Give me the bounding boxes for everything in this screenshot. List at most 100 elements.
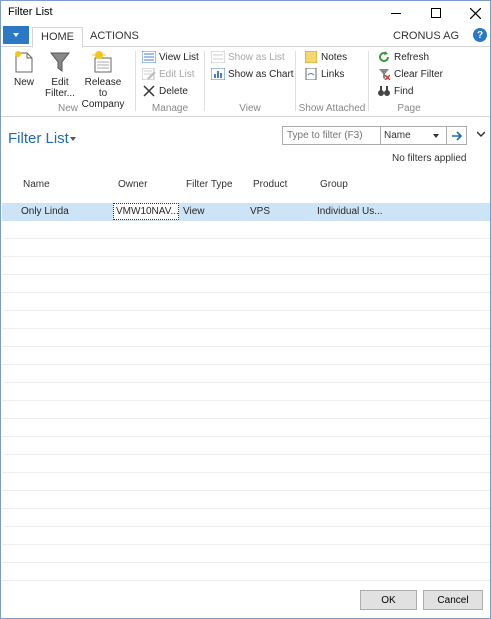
show-as-chart-button[interactable]: Show as Chart <box>211 66 294 82</box>
table-row[interactable] <box>2 293 490 311</box>
group-label-page: Page <box>397 103 421 114</box>
delete-button[interactable]: Delete <box>142 83 188 99</box>
filter-divider <box>380 127 381 144</box>
cell-filter-type[interactable]: View <box>183 206 205 217</box>
ok-button[interactable]: OK <box>360 590 417 610</box>
cell-product[interactable]: VPS <box>250 206 270 217</box>
release-to-company-button[interactable]: Release to Company <box>80 49 126 110</box>
chevron-down-icon[interactable] <box>477 130 485 138</box>
filter-icon <box>47 49 73 75</box>
table-row[interactable] <box>2 563 490 581</box>
table-row[interactable] <box>2 527 490 545</box>
table-row[interactable]: Only Linda VMW10NAV... View VPS Individu… <box>2 203 490 221</box>
ribbon-group-show-attached: Notes Links Show Attached <box>296 47 368 117</box>
refresh-icon <box>377 50 391 64</box>
new-label: New <box>13 77 34 88</box>
edit-filter-label-2: Filter... <box>44 88 75 99</box>
table-row[interactable] <box>2 239 490 257</box>
table-row[interactable] <box>2 311 490 329</box>
edit-list-label: Edit List <box>159 68 195 80</box>
chevron-down-icon[interactable] <box>70 137 76 141</box>
column-header-filter-type[interactable]: Filter Type <box>186 179 233 190</box>
edit-filter-button[interactable]: Edit Filter... <box>44 49 76 99</box>
help-icon[interactable]: ? <box>473 28 487 42</box>
maximize-icon <box>431 8 441 18</box>
table-row[interactable] <box>2 545 490 563</box>
table-row[interactable] <box>2 257 490 275</box>
ribbon: New Edit Filter... Release to Company Ne… <box>1 47 490 117</box>
notes-icon <box>304 50 318 64</box>
edit-list-icon <box>142 67 156 81</box>
chevron-down-icon[interactable] <box>433 134 439 138</box>
notes-label: Notes <box>321 51 348 63</box>
filter-field-select[interactable]: Name <box>384 130 411 141</box>
maximize-button[interactable] <box>421 1 451 25</box>
table-row[interactable] <box>2 491 490 509</box>
close-button[interactable] <box>460 1 490 25</box>
minimize-button[interactable] <box>381 1 411 25</box>
cell-group[interactable]: Individual Us... <box>317 206 383 217</box>
ribbon-group-new: New Edit Filter... Release to Company Ne… <box>1 47 135 117</box>
group-label-manage: Manage <box>151 103 189 114</box>
show-as-list-button[interactable]: Show as List <box>211 49 285 65</box>
tab-actions[interactable]: ACTIONS <box>82 27 147 47</box>
table-row[interactable] <box>2 347 490 365</box>
show-as-list-label: Show as List <box>228 51 285 63</box>
table-row[interactable] <box>2 509 490 527</box>
view-list-label: View List <box>159 51 199 63</box>
clear-filter-button[interactable]: Clear Filter <box>377 66 443 82</box>
ribbon-group-page: Refresh Clear Filter Find Page <box>369 47 449 117</box>
find-button[interactable]: Find <box>377 83 413 99</box>
notes-button[interactable]: Notes <box>304 49 347 65</box>
table-row[interactable] <box>2 401 490 419</box>
filter-list-table: Name Owner Filter Type Product Group Onl… <box>2 170 490 581</box>
filter-box: Name <box>282 126 467 145</box>
view-list-button[interactable]: View List <box>142 49 199 65</box>
group-label-new: New <box>57 103 78 114</box>
cell-owner[interactable]: VMW10NAV... <box>113 203 179 220</box>
apply-filter-button[interactable] <box>446 127 467 144</box>
edit-filter-label-1: Edit <box>51 77 69 88</box>
table-row[interactable] <box>2 365 490 383</box>
links-button[interactable]: Links <box>304 66 344 82</box>
refresh-button[interactable]: Refresh <box>377 49 429 65</box>
view-list-icon <box>142 50 156 64</box>
table-row[interactable] <box>2 275 490 293</box>
tab-home[interactable]: HOME <box>32 27 83 48</box>
ribbon-group-view: Show as List Show as Chart View <box>205 47 295 117</box>
page-title[interactable]: Filter List <box>8 130 69 147</box>
clear-filter-icon <box>377 67 391 81</box>
table-row[interactable] <box>2 221 490 239</box>
edit-list-button[interactable]: Edit List <box>142 66 195 82</box>
delete-label: Delete <box>159 85 188 97</box>
filter-input[interactable] <box>283 127 379 144</box>
app-menu-button[interactable] <box>3 26 29 44</box>
new-button[interactable]: New <box>11 49 37 88</box>
table-row[interactable] <box>2 329 490 347</box>
title-bar: Filter List <box>1 1 490 25</box>
table-header: Name Owner Filter Type Product Group <box>2 170 490 203</box>
table-row[interactable] <box>2 419 490 437</box>
group-label-view: View <box>239 103 261 114</box>
table-row[interactable] <box>2 473 490 491</box>
column-header-group[interactable]: Group <box>320 179 348 190</box>
window-title: Filter List <box>8 6 53 18</box>
new-document-icon <box>11 49 37 75</box>
refresh-label: Refresh <box>394 51 430 63</box>
column-header-owner[interactable]: Owner <box>118 179 147 190</box>
close-icon <box>469 7 481 19</box>
chevron-down-icon <box>13 33 19 37</box>
links-icon <box>304 67 318 81</box>
table-row[interactable] <box>2 383 490 401</box>
arrow-right-icon <box>451 130 462 141</box>
column-header-product[interactable]: Product <box>253 179 287 190</box>
find-label: Find <box>394 85 414 97</box>
ribbon-group-manage: View List Edit List Delete Manage <box>136 47 204 117</box>
table-row[interactable] <box>2 455 490 473</box>
cell-name[interactable]: Only Linda <box>21 206 69 217</box>
table-row[interactable] <box>2 437 490 455</box>
company-name[interactable]: CRONUS AG <box>393 30 459 42</box>
cancel-button[interactable]: Cancel <box>423 590 483 610</box>
column-header-name[interactable]: Name <box>23 179 50 190</box>
clear-filter-label: Clear Filter <box>394 68 443 80</box>
